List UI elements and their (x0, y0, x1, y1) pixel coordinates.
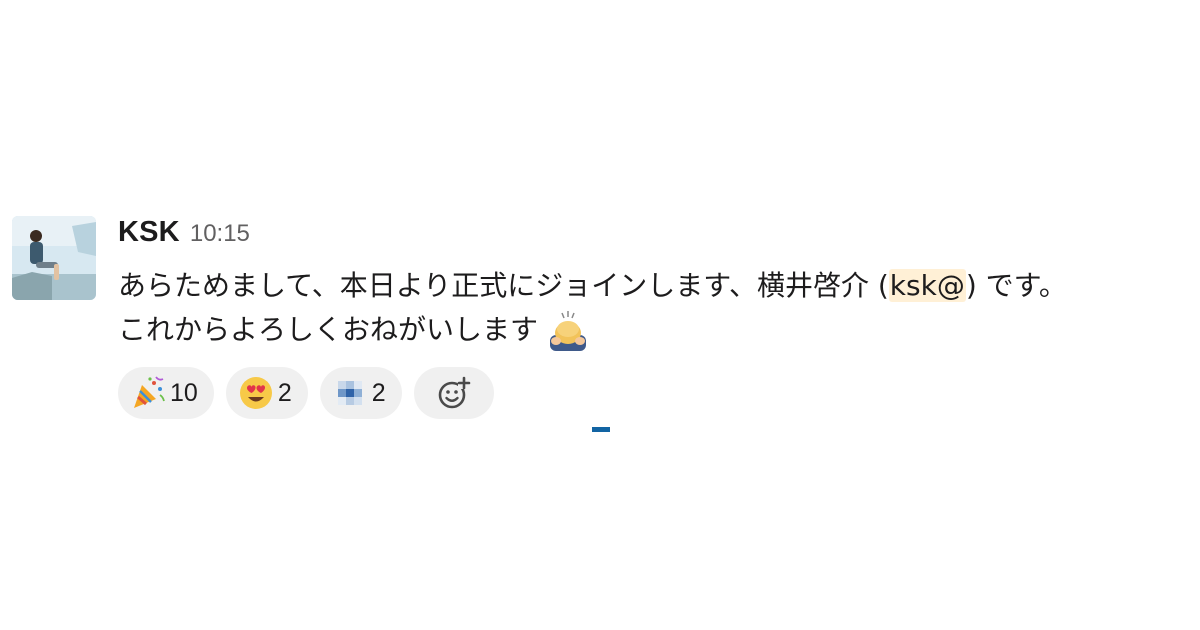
timestamp[interactable]: 10:15 (190, 220, 250, 248)
add-reaction-button[interactable] (413, 367, 494, 419)
reaction-count: 10 (170, 378, 198, 407)
message: KSK 10:15 あらためまして、本日より正式にジョインします、横井啓介 (k… (12, 216, 1192, 436)
reaction-count: 2 (371, 378, 386, 407)
avatar[interactable] (12, 216, 96, 300)
message-header: KSK 10:15 (118, 216, 1192, 256)
heart-eyes-emoji (239, 377, 272, 409)
reaction-custom[interactable]: 2 (319, 367, 402, 419)
message-text-line-2: これからよろしくおねがいします (118, 308, 1192, 353)
bowing-person-emoji (550, 311, 587, 351)
avatar-photo-icon (12, 216, 96, 300)
message-text-part: これからよろしくおねがいします (118, 313, 539, 346)
message-text-line-1: あらためまして、本日より正式にジョインします、横井啓介 (ksk@) です。 (118, 264, 1192, 308)
add-reaction-icon (438, 376, 470, 409)
custom-pixel-emoji (337, 381, 362, 405)
author-name[interactable]: KSK (118, 216, 180, 249)
focus-indicator (592, 427, 610, 432)
party-popper-emoji (134, 376, 165, 408)
user-mention[interactable]: ksk@ (888, 269, 966, 302)
reaction-party-popper[interactable]: 10 (118, 367, 214, 419)
reaction-count: 2 (277, 378, 292, 407)
reaction-heart-eyes[interactable]: 2 (225, 367, 308, 419)
message-text-part: ) です。 (965, 269, 1067, 302)
reactions-bar: 10 2 2 (118, 367, 1192, 419)
message-text-part: あらためまして、本日より正式にジョインします、横井啓介 ( (118, 269, 889, 302)
message-content: KSK 10:15 あらためまして、本日より正式にジョインします、横井啓介 (k… (118, 216, 1192, 419)
